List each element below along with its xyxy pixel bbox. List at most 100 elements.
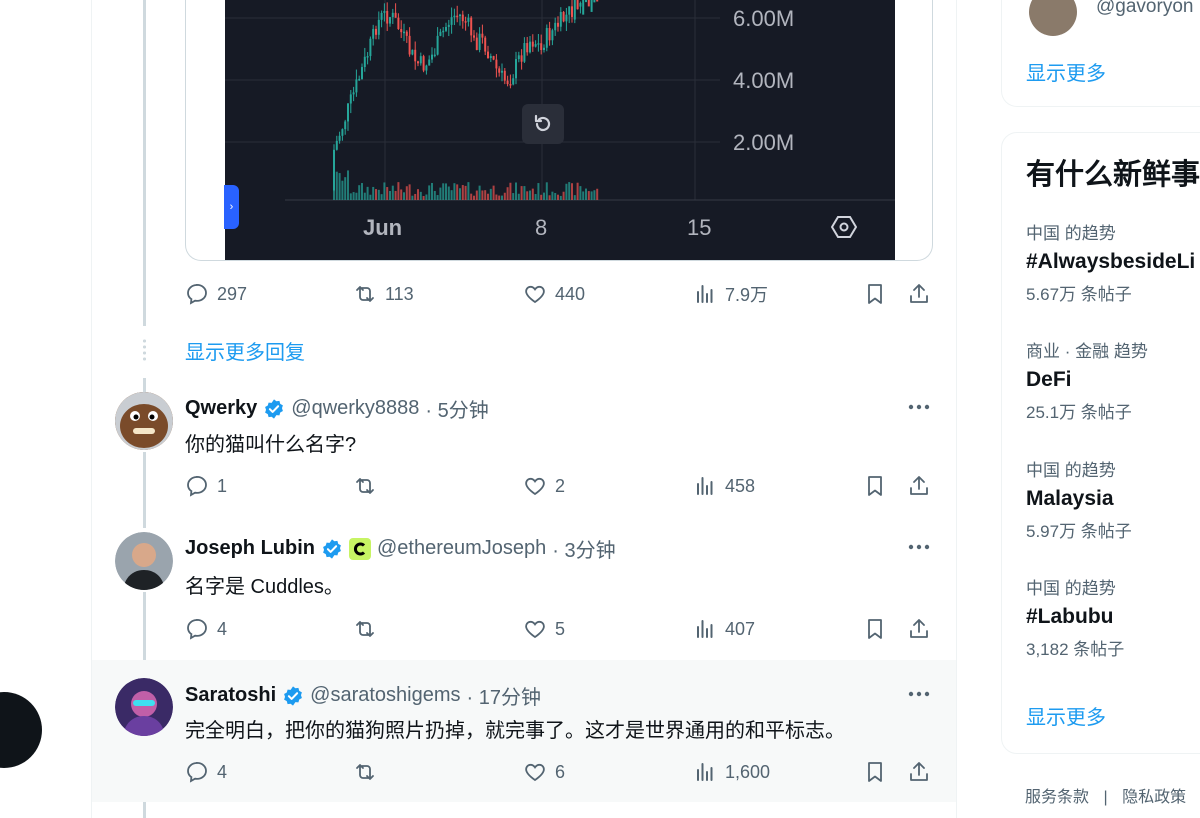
- candle-body: [498, 68, 501, 73]
- show-more-link[interactable]: 显示更多: [1026, 57, 1106, 86]
- candle-body: [593, 0, 596, 3]
- affiliate-logo-icon[interactable]: [349, 537, 371, 560]
- volume-bar: [576, 182, 579, 200]
- trend-item[interactable]: 商业 · 金融 趋势 DeFi 25.1万 条帖子: [1026, 337, 1148, 423]
- volume-bar: [585, 188, 587, 200]
- volume-bar: [489, 188, 492, 200]
- trend-item[interactable]: 中国 的趋势 Malaysia 5.97万 条帖子: [1026, 456, 1132, 542]
- bookmark-button[interactable]: [863, 614, 887, 644]
- candle-body: [548, 28, 551, 41]
- like-count: 6: [555, 761, 566, 782]
- reply-button[interactable]: 297: [185, 279, 247, 309]
- tweet-actions: 297 113 440 7.9万: [185, 279, 933, 309]
- like-button[interactable]: 6: [523, 757, 565, 787]
- volume-bar: [425, 194, 428, 200]
- retweet-button[interactable]: [353, 471, 385, 501]
- views-button[interactable]: 407: [693, 614, 755, 644]
- like-button[interactable]: 440: [523, 279, 585, 309]
- candle-body: [554, 22, 557, 31]
- avatar[interactable]: [1029, 0, 1077, 36]
- user-handle[interactable]: @gavoryon: [1096, 0, 1193, 18]
- retweet-icon: [356, 621, 374, 637]
- candle-body: [428, 59, 431, 66]
- candle-body: [386, 10, 389, 24]
- candle-body: [352, 92, 355, 95]
- user-handle[interactable]: @saratoshigems: [310, 684, 460, 707]
- reset-chart-button[interactable]: [522, 104, 564, 144]
- trend-item[interactable]: 中国 的趋势 #AlwaysbesideLi 5.67万 条帖子: [1026, 219, 1195, 305]
- volume-bar: [459, 188, 461, 200]
- volume-bar: [431, 182, 433, 200]
- trend-item[interactable]: 中国 的趋势 #Labubu 3,182 条帖子: [1026, 574, 1124, 660]
- candle-body: [417, 61, 419, 64]
- candle-body: [450, 17, 453, 25]
- tweet-time[interactable]: · 3分钟: [552, 534, 615, 563]
- reply-button[interactable]: 1: [185, 471, 227, 501]
- tweet-time[interactable]: · 17分钟: [467, 681, 541, 710]
- volume-bar: [506, 187, 509, 200]
- candle-body: [349, 94, 352, 104]
- candle-body: [355, 79, 358, 93]
- volume-bar: [417, 189, 419, 200]
- candle-body: [422, 56, 425, 71]
- reply-button[interactable]: 4: [185, 757, 227, 787]
- like-button[interactable]: 2: [523, 471, 565, 501]
- bookmark-button[interactable]: [863, 471, 887, 501]
- avatar[interactable]: [115, 532, 173, 590]
- show-more-replies-link[interactable]: 显示更多回复: [185, 336, 305, 365]
- more-options-icon[interactable]: [906, 394, 932, 420]
- volume-bar: [453, 183, 456, 200]
- privacy-link[interactable]: 隐私政策: [1122, 789, 1186, 806]
- volume-bar: [352, 192, 355, 200]
- volume-bar: [349, 193, 352, 200]
- user-handle[interactable]: @ethereumJoseph: [377, 537, 546, 560]
- more-options-icon[interactable]: [906, 681, 932, 707]
- volume-bar: [408, 184, 411, 200]
- tweet-time[interactable]: · 5分钟: [425, 394, 488, 423]
- tweet-media-chart[interactable]: 6.00M 4.00M 2.00M Jun 8 15 ›: [185, 0, 933, 261]
- avatar[interactable]: [115, 392, 173, 450]
- volume-bar: [355, 192, 358, 200]
- candle-body: [464, 21, 467, 23]
- terms-link[interactable]: 服务条款: [1025, 789, 1089, 806]
- volume-bar: [551, 191, 554, 200]
- user-name[interactable]: Joseph Lubin: [185, 537, 315, 560]
- share-button[interactable]: [907, 757, 931, 787]
- bookmark-button[interactable]: [863, 279, 887, 309]
- bar-chart-icon: [697, 763, 713, 781]
- share-button[interactable]: [907, 279, 931, 309]
- more-options-icon[interactable]: [906, 534, 932, 560]
- share-button[interactable]: [907, 471, 931, 501]
- retweet-button[interactable]: [353, 757, 385, 787]
- volume-bar: [573, 195, 576, 200]
- chart-side-toggle[interactable]: ›: [224, 185, 239, 229]
- chart-settings-icon[interactable]: [830, 214, 858, 240]
- retweet-icon: [356, 286, 374, 302]
- retweet-button[interactable]: 113: [353, 279, 414, 309]
- floating-action-button[interactable]: [0, 692, 42, 768]
- candle-body: [461, 14, 464, 22]
- show-more-link[interactable]: 显示更多: [1026, 701, 1106, 730]
- candle-body: [405, 31, 408, 36]
- views-button[interactable]: 1,600: [693, 757, 770, 787]
- user-name[interactable]: Saratoshi: [185, 684, 276, 707]
- views-button[interactable]: 458: [693, 471, 755, 501]
- retweet-button[interactable]: [353, 614, 385, 644]
- price-axis-label: 4.00M: [733, 68, 795, 93]
- user-handle[interactable]: @qwerky8888: [291, 397, 419, 420]
- reply-button[interactable]: 4: [185, 614, 227, 644]
- view-count: 1,600: [725, 761, 771, 782]
- avatar[interactable]: [115, 678, 173, 736]
- candle-body: [391, 12, 394, 18]
- volume-bar: [475, 190, 478, 200]
- like-button[interactable]: 5: [523, 614, 565, 644]
- volume-bar: [520, 186, 523, 200]
- view-count: 7.9万: [725, 285, 769, 305]
- share-button[interactable]: [907, 614, 931, 644]
- bookmark-button[interactable]: [863, 757, 887, 787]
- user-name[interactable]: Qwerky: [185, 397, 257, 420]
- tweet-text: 你的猫叫什么名字?: [185, 434, 357, 456]
- candle-body: [383, 10, 386, 13]
- views-button[interactable]: 7.9万: [693, 279, 768, 309]
- volume-bar: [411, 195, 414, 200]
